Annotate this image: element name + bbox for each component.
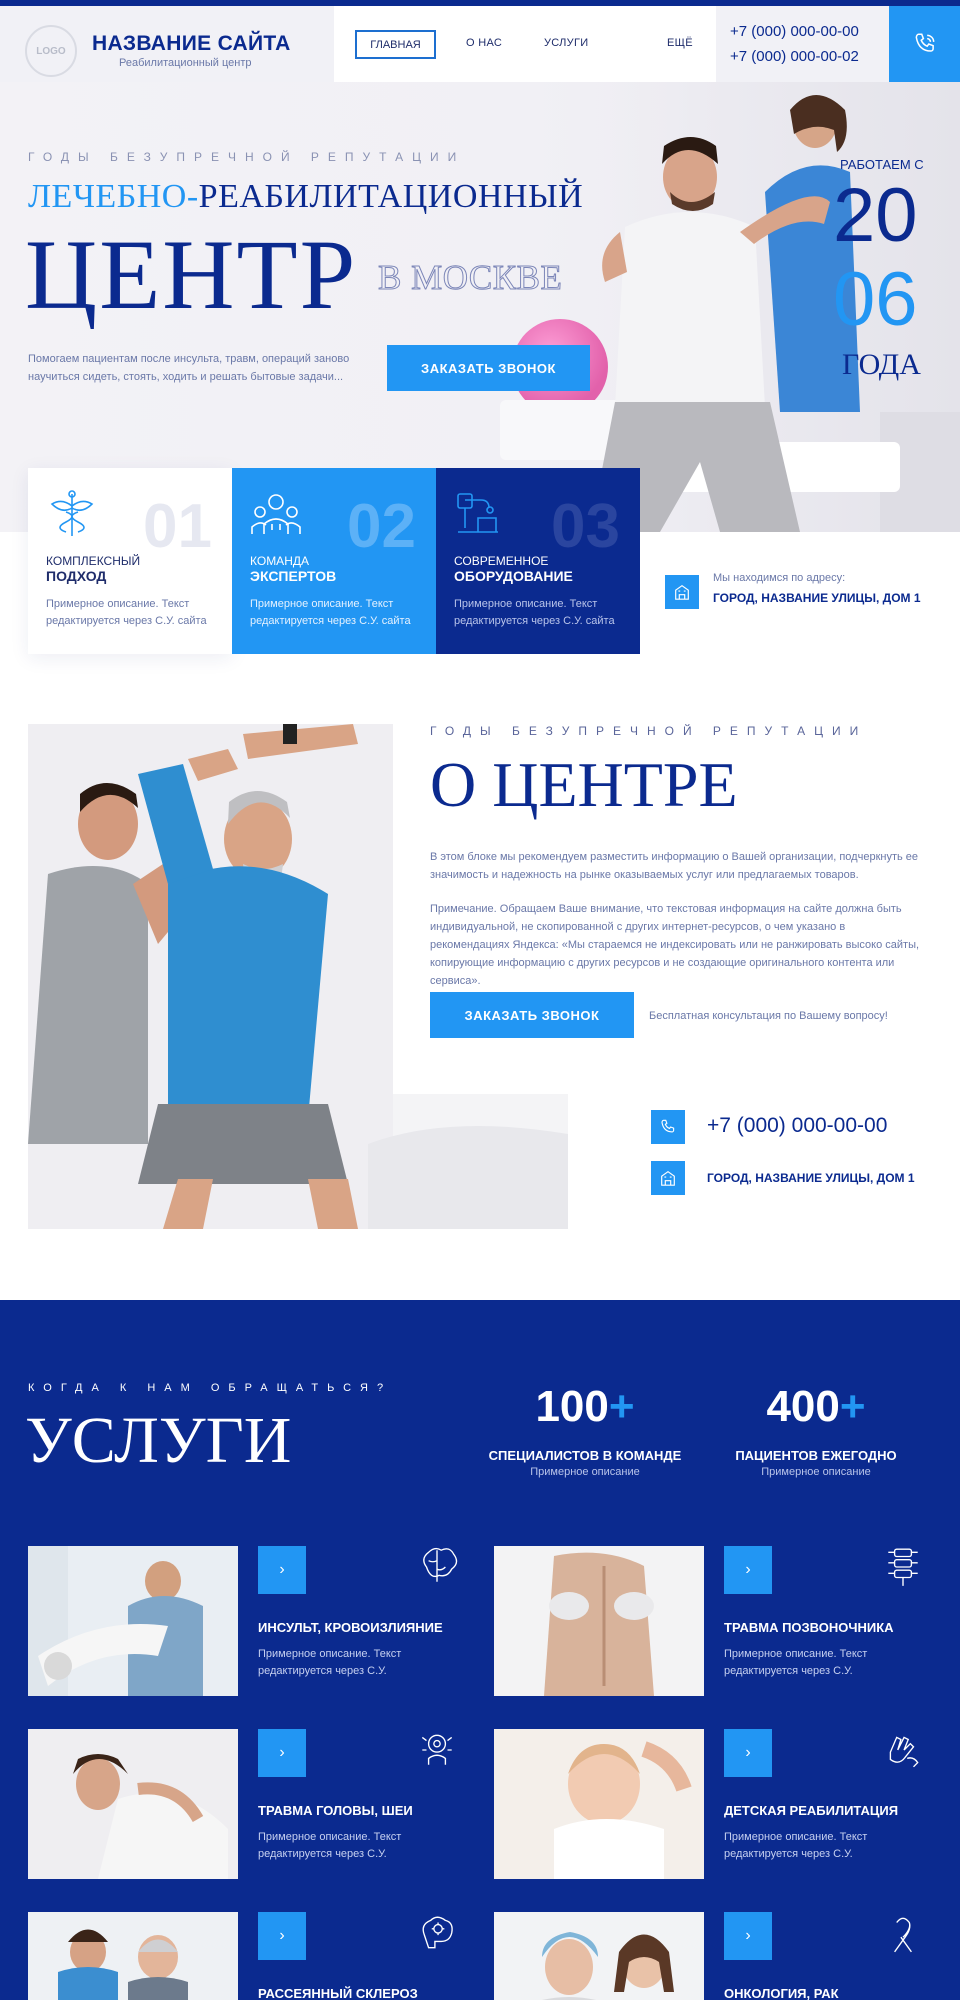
ribbon-icon xyxy=(894,1917,912,1953)
service-card-oncology[interactable]: › ОНКОЛОГИЯ, РАК xyxy=(494,1912,934,2000)
call-button[interactable] xyxy=(889,6,960,82)
hero-big-word: ЦЕНТР xyxy=(25,219,358,330)
stat-specialists-label: СПЕЦИАЛИСТОВ В КОМАНДЕ xyxy=(488,1448,682,1463)
address-value[interactable]: ГОРОД, НАЗВАНИЕ УЛИЦЫ, ДОМ 1 xyxy=(713,591,921,605)
service-arrow-button[interactable]: › xyxy=(724,1546,772,1594)
feature-title: КОМАНДА ЭКСПЕРТОВ xyxy=(250,554,337,584)
service-photo xyxy=(494,1546,704,1696)
services-kicker: КОГДА К НАМ ОБРАЩАТЬСЯ? xyxy=(28,1382,393,1394)
service-card-spine[interactable]: › ТРАВМА ПОЗВОНОЧНИКА Примерное описание… xyxy=(494,1546,934,1696)
service-arrow-button[interactable]: › xyxy=(724,1912,772,1960)
service-photo xyxy=(494,1729,704,1879)
service-photo xyxy=(28,1546,238,1696)
phone-icon xyxy=(915,33,934,52)
building-icon xyxy=(661,1170,675,1186)
stat-patients-number: 400+ xyxy=(766,1382,866,1431)
about-address[interactable]: ГОРОД, НАЗВАНИЕ УЛИЦЫ, ДОМ 1 xyxy=(707,1171,915,1185)
service-card-head-neck[interactable]: › ТРАВМА ГОЛОВЫ, ШЕИ Примерное описание.… xyxy=(28,1729,468,1879)
service-arrow-button[interactable]: › xyxy=(258,1546,306,1594)
header-phone-2[interactable]: +7 (000) 000-00-02 xyxy=(730,48,859,65)
service-description: Примерное описание. Текст редактируется … xyxy=(724,1831,868,1860)
service-name: РАССЕЯННЫЙ СКЛЕРОЗ xyxy=(258,1986,418,2000)
service-card-children[interactable]: › ДЕТСКАЯ РЕАБИЛИТАЦИЯ Примерное описани… xyxy=(494,1729,934,1879)
service-description: Примерное описание. Текст редактируется … xyxy=(258,1648,402,1677)
service-name: ТРАВМА ПОЗВОНОЧНИКА xyxy=(724,1620,894,1635)
service-name: ОНКОЛОГИЯ, РАК xyxy=(724,1986,839,2000)
spine-icon xyxy=(888,1548,918,1586)
about-title: О ЦЕНТРЕ xyxy=(430,749,738,820)
hero-heading-rest: РЕАБИЛИТАЦИОННЫЙ xyxy=(198,178,584,215)
service-photo xyxy=(28,1729,238,1879)
about-kicker: ГОДЫ БЕЗУПРЕЧНОЙ РЕПУТАЦИИ xyxy=(430,724,868,738)
about-phone[interactable]: +7 (000) 000-00-00 xyxy=(707,1114,887,1138)
head-neck-icon xyxy=(421,1734,453,1765)
services-title: УСЛУГИ xyxy=(25,1404,292,1477)
work-since-label: РАБОТАЕМ С xyxy=(840,157,924,172)
hero-description: Помогаем пациентам после инсульта, травм… xyxy=(28,353,350,383)
address-icon-box xyxy=(665,575,699,609)
about-phone-icon-box xyxy=(651,1110,685,1144)
service-card-stroke[interactable]: › ИНСУЛЬТ, КРОВОИЗЛИЯНИЕ Примерное описа… xyxy=(28,1546,468,1696)
child-hand-icon xyxy=(889,1736,919,1768)
feature-card-3: 03 СОВРЕМЕННОЕ ОБОРУДОВАНИЕ Примерное опи… xyxy=(436,468,640,654)
consultation-note: Бесплатная консультация по Вашему вопрос… xyxy=(649,1010,888,1022)
feature-description: Примерное описание. Текст редактируется … xyxy=(454,598,615,627)
about-callback-button[interactable]: ЗАКАЗАТЬ ЗВОНОК xyxy=(430,992,634,1038)
feature-card-1: 01 КОМПЛЕКСНЫЙ ПОДХОД Примерное описание.… xyxy=(28,468,232,654)
stat-patients-label: ПАЦИЕНТОВ ЕЖЕГОДНО xyxy=(735,1448,897,1463)
service-arrow-button[interactable]: › xyxy=(724,1729,772,1777)
nav-home[interactable]: ГЛАВНАЯ xyxy=(355,30,436,59)
service-arrow-button[interactable]: › xyxy=(258,1729,306,1777)
years-word: ГОДА xyxy=(842,348,921,381)
brain-icon xyxy=(423,1547,458,1582)
stat-specialists-sub: Примерное описание xyxy=(530,1466,640,1478)
address-label: Мы находимся по адресу: xyxy=(713,572,846,584)
year-part-2: 06 xyxy=(833,257,918,342)
service-name: ТРАВМА ГОЛОВЫ, ШЕИ xyxy=(258,1803,413,1818)
nav-services[interactable]: УСЛУГИ xyxy=(544,37,588,49)
phone-icon xyxy=(661,1119,675,1133)
service-name: ИНСУЛЬТ, КРОВОИЗЛИЯНИЕ xyxy=(258,1620,443,1635)
service-arrow-button[interactable]: › xyxy=(258,1912,306,1960)
about-paragraph-1: В этом блоке мы рекомендуем разместить и… xyxy=(430,851,919,881)
site-title[interactable]: НАЗВАНИЕ САЙТА xyxy=(92,32,291,56)
stat-patients-sub: Примерное описание xyxy=(761,1466,871,1478)
header-phone-1[interactable]: +7 (000) 000-00-00 xyxy=(730,23,859,40)
feature-number: 02 xyxy=(347,492,416,561)
caduceus-icon xyxy=(50,490,94,536)
site-subtitle: Реабилитационный центр xyxy=(119,57,252,69)
hero-heading: ЛЕЧЕБНО-РЕАБИЛИТАЦИОННЫЙ xyxy=(28,178,583,216)
feature-title: СОВРЕМЕННОЕ ОБОРУДОВАНИЕ xyxy=(454,554,573,584)
feature-title: КОМПЛЕКСНЫЙ ПОДХОД xyxy=(46,554,141,584)
hero-callback-button[interactable]: ЗАКАЗАТЬ ЗВОНОК xyxy=(387,345,590,391)
service-card-sclerosis[interactable]: › РАССЕЯННЫЙ СКЛЕРОЗ xyxy=(28,1912,468,2000)
about-address-icon-box xyxy=(651,1161,685,1195)
nav-more[interactable]: ЕЩЁ xyxy=(667,37,693,49)
doctors-team-icon xyxy=(251,494,301,534)
site-logo[interactable]: LOGO xyxy=(25,25,77,77)
service-name: ДЕТСКАЯ РЕАБИЛИТАЦИЯ xyxy=(724,1803,899,1818)
nav-about[interactable]: О НАС xyxy=(466,37,502,49)
feature-card-2: 02 КОМАНДА ЭКСПЕРТОВ Примерное описание. … xyxy=(232,468,436,654)
hero-heading-accent: ЛЕЧЕБНО- xyxy=(28,178,199,215)
brain-gear-icon xyxy=(422,1916,453,1949)
about-paragraph-2: Примечание. Обращаем Ваше внимание, что … xyxy=(430,903,920,987)
service-photo xyxy=(494,1912,704,2000)
feature-description: Примерное описание. Текст редактируется … xyxy=(46,598,207,627)
hero-city: В МОСКВЕ xyxy=(377,258,563,298)
feature-number: 01 xyxy=(143,492,212,561)
stat-specialists-number: 100+ xyxy=(535,1382,635,1431)
year-part-1: 20 xyxy=(833,173,918,258)
hero-kicker: ГОДЫ БЕЗУПРЕЧНОЙ РЕПУТАЦИИ xyxy=(28,150,466,164)
feature-description: Примерное описание. Текст редактируется … xyxy=(250,598,411,627)
service-description: Примерное описание. Текст редактируется … xyxy=(258,1831,402,1860)
service-description: Примерное описание. Текст редактируется … xyxy=(724,1648,868,1677)
medical-equipment-icon xyxy=(457,493,498,533)
service-photo xyxy=(28,1912,238,2000)
building-icon xyxy=(675,584,689,600)
feature-number: 03 xyxy=(551,492,620,561)
